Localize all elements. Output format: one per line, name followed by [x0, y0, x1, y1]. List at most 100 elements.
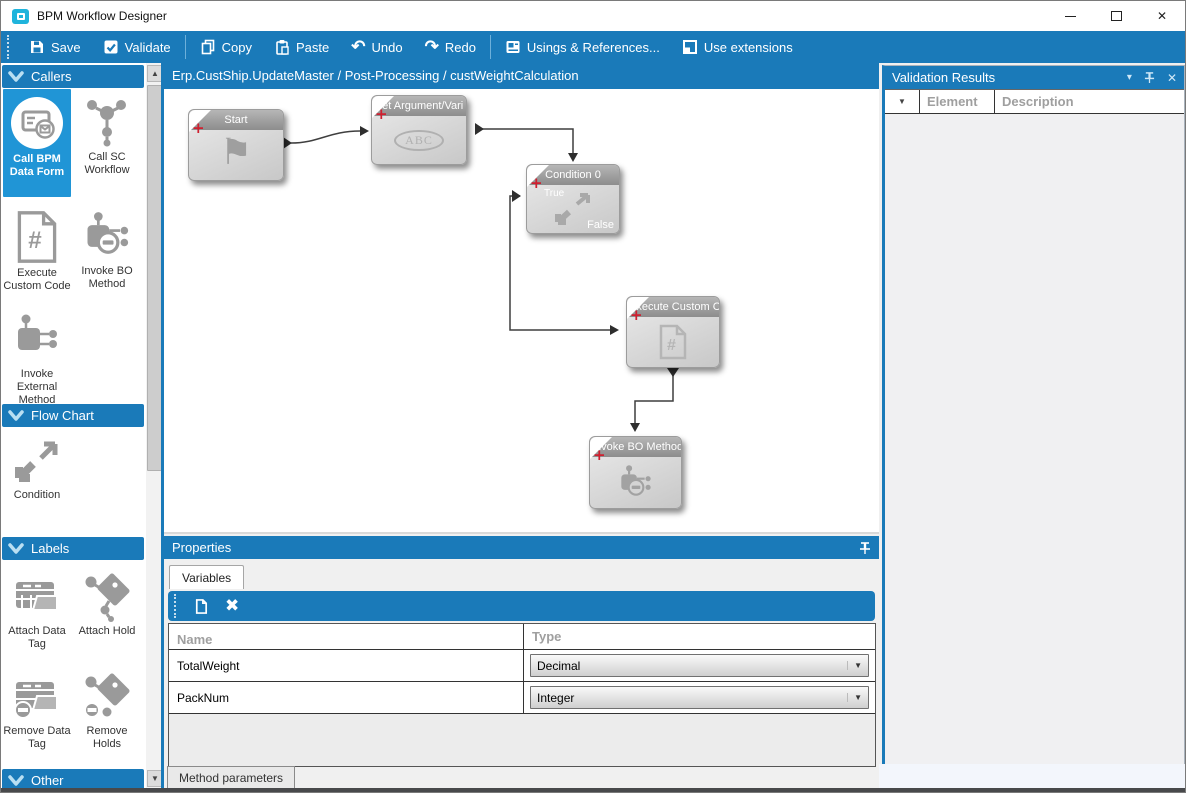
node-condition-0[interactable]: Condition 0 + True False [526, 164, 620, 234]
undo-button[interactable]: ↶ Undo [340, 31, 413, 63]
properties-header[interactable]: Properties [164, 536, 879, 559]
attach-hold-icon [81, 570, 133, 622]
attach-data-tag-icon [11, 570, 63, 622]
variable-name-cell[interactable]: PackNum [169, 682, 524, 713]
table-empty-area [169, 714, 875, 766]
sidebar-item-attach-data-tag[interactable]: Attach Data Tag [3, 563, 71, 651]
redo-button[interactable]: ↷ Redo [414, 31, 487, 63]
sidebar-item-attach-hold[interactable]: Attach Hold [73, 563, 141, 638]
minimize-button[interactable] [1047, 1, 1093, 31]
validation-grid-header: ▼ Element Description [885, 89, 1184, 114]
table-row[interactable]: PackNum Integer ▼ [169, 682, 875, 714]
column-header-type[interactable]: Type [524, 624, 875, 649]
flag-icon: ⚑ [220, 131, 252, 173]
remove-data-tag-icon [11, 670, 63, 722]
node-invoke-bo-method[interactable]: Invoke BO Method + [589, 436, 682, 509]
redo-icon: ↷ [425, 39, 439, 55]
chevron-down-icon[interactable]: ▾ [1127, 72, 1132, 83]
node-set-argument[interactable]: Set Argument/Vari ABC + [371, 95, 467, 165]
sidebar-item-call-bpm-data-form[interactable]: Call BPM Data Form [3, 89, 71, 197]
node-start[interactable]: Start ⚑ + [188, 109, 284, 181]
validation-results-panel: Validation Results ▾ ✕ ▼ Element Descrip… [882, 65, 1185, 766]
main-toolbar: Save Validate Copy Paste ↶ Undo ↷ Redo U… [1, 31, 1185, 63]
workflow-canvas[interactable]: Start ⚑ + Set Argument/Vari ABC + Condit… [164, 89, 879, 534]
toolbar-grip[interactable] [7, 35, 10, 59]
paste-button[interactable]: Paste [263, 31, 340, 63]
app-logo-icon [12, 9, 29, 24]
use-extensions-button[interactable]: Use extensions [671, 31, 804, 63]
maximize-button[interactable] [1093, 1, 1139, 31]
validation-results-header[interactable]: Validation Results ▾ ✕ [885, 66, 1184, 89]
add-condition-icon[interactable]: + [530, 176, 543, 190]
sidebar-item-remove-data-tag[interactable]: Remove Data Tag [3, 663, 71, 751]
usings-icon [505, 39, 521, 55]
section-header-flow-chart[interactable]: Flow Chart [2, 404, 144, 427]
sidebar-item-execute-custom-code[interactable]: # Execute Custom Code [3, 203, 71, 293]
validation-results-body [885, 115, 1184, 765]
column-header-description[interactable]: Description [995, 90, 1184, 113]
invoke-bo-icon [615, 464, 657, 502]
properties-tabs: Variables [164, 559, 879, 589]
sidebar-item-invoke-external-method[interactable]: Invoke External Method [3, 306, 71, 407]
dropdown-arrow-icon[interactable]: ▼ [847, 661, 868, 670]
toolbar-grip[interactable] [174, 594, 177, 618]
remove-holds-icon [81, 670, 133, 722]
false-port-label: False [587, 219, 614, 231]
chevron-down-icon [8, 543, 24, 555]
tab-variables[interactable]: Variables [169, 565, 244, 589]
new-variable-button[interactable] [185, 591, 217, 621]
save-icon [29, 39, 45, 55]
titlebar: BPM Workflow Designer ✕ [1, 1, 1185, 31]
sidebar-item-invoke-bo-method[interactable]: Invoke BO Method [73, 203, 141, 291]
filter-dropdown-icon[interactable]: ▼ [885, 90, 920, 113]
tab-method-parameters[interactable]: Method parameters [167, 766, 295, 790]
usings-references-button[interactable]: Usings & References... [494, 31, 671, 63]
column-header-name[interactable]: Name [169, 624, 524, 649]
toolbox-sidebar: Callers Call BPM Data Form Call SC Workf… [1, 63, 146, 792]
close-panel-icon[interactable]: ✕ [1167, 71, 1177, 85]
column-header-element[interactable]: Element [920, 90, 995, 113]
sidebar-item-remove-holds[interactable]: Remove Holds [73, 663, 141, 751]
variable-name-cell[interactable]: TotalWeight [169, 650, 524, 681]
breadcrumb: Erp.CustShip.UpdateMaster / Post-Process… [164, 63, 879, 89]
type-dropdown[interactable]: Decimal ▼ [530, 654, 869, 677]
invoke-external-icon [11, 313, 63, 365]
validate-icon [103, 39, 119, 55]
custom-code-icon: # [15, 210, 59, 264]
validate-button[interactable]: Validate [92, 31, 182, 63]
delete-icon: ✖ [225, 596, 239, 616]
invoke-bo-icon [81, 210, 133, 262]
save-button[interactable]: Save [18, 31, 92, 63]
sc-workflow-icon [81, 96, 133, 148]
section-header-callers[interactable]: Callers [2, 65, 144, 88]
svg-text:#: # [667, 337, 676, 354]
node-execute-custom-code[interactable]: Execute Custom Co # + [626, 296, 720, 368]
add-condition-icon[interactable]: + [375, 107, 388, 121]
add-condition-icon[interactable]: + [630, 308, 643, 322]
delete-variable-button[interactable]: ✖ [217, 591, 247, 621]
copy-button[interactable]: Copy [189, 31, 263, 63]
add-condition-icon[interactable]: + [192, 121, 205, 135]
table-row[interactable]: TotalWeight Decimal ▼ [169, 650, 875, 682]
bottom-margin-strip [879, 764, 1185, 788]
chevron-down-icon [8, 71, 24, 83]
pin-icon[interactable] [1144, 71, 1155, 84]
new-document-icon [193, 598, 209, 615]
section-header-labels[interactable]: Labels [2, 537, 144, 560]
type-dropdown[interactable]: Integer ▼ [530, 686, 869, 709]
dropdown-arrow-icon[interactable]: ▼ [847, 693, 868, 702]
copy-icon [200, 39, 216, 55]
designer-panel: Erp.CustShip.UpdateMaster / Post-Process… [161, 63, 879, 792]
close-button[interactable]: ✕ [1139, 1, 1185, 31]
sidebar-item-condition[interactable]: Condition [3, 429, 71, 502]
bpm-workflow-designer-window: { "window": { "title": "BPM Workflow Des… [0, 0, 1186, 793]
condition-icon [11, 436, 63, 486]
custom-code-icon: # [659, 324, 687, 360]
undo-icon: ↶ [351, 39, 365, 55]
sidebar-item-call-sc-workflow[interactable]: Call SC Workflow [73, 89, 141, 177]
add-condition-icon[interactable]: + [593, 448, 606, 462]
pin-icon[interactable] [859, 541, 871, 555]
chevron-down-icon [8, 775, 24, 787]
variables-toolbar: ✖ [168, 591, 875, 621]
variables-table: Name Type TotalWeight Decimal ▼ PackNum … [168, 623, 876, 767]
